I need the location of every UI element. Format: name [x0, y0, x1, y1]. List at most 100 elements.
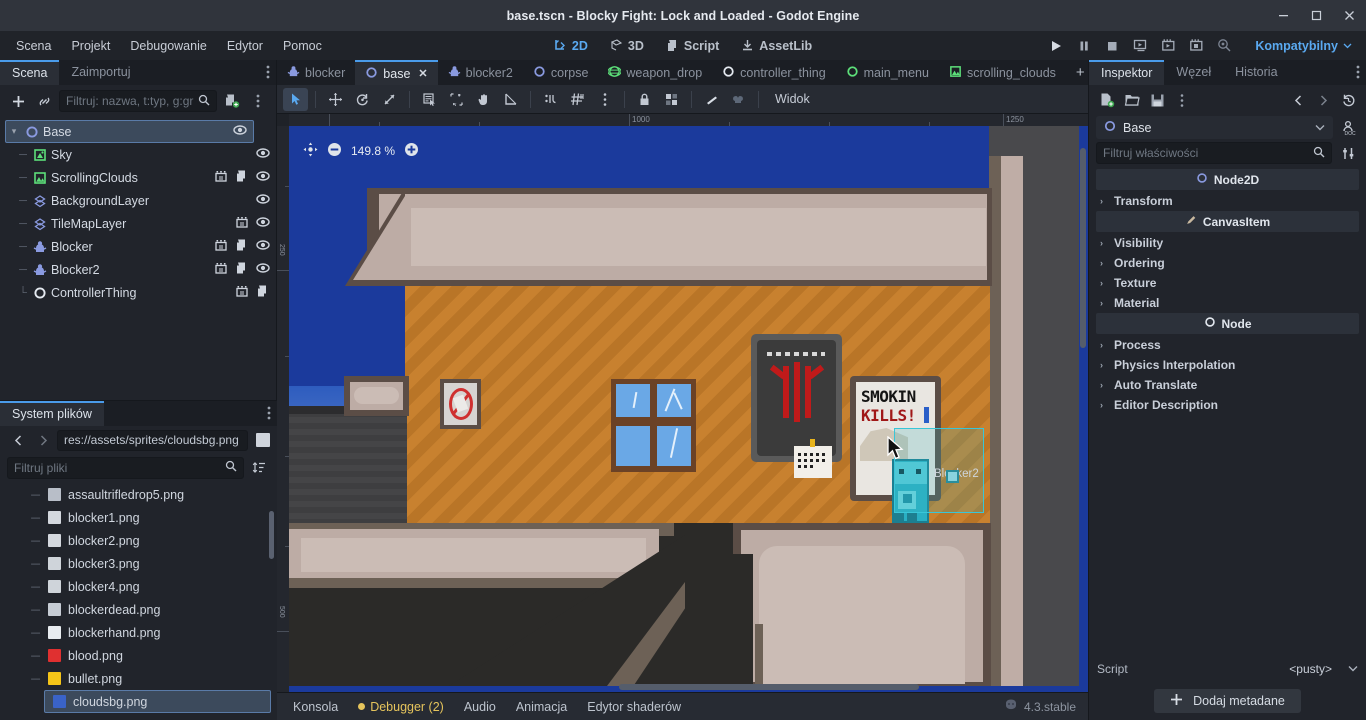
skeleton-bone-tool[interactable] [699, 88, 724, 111]
snap-mode-tool[interactable] [538, 88, 563, 111]
file-item[interactable]: ─ blood.png [0, 644, 277, 667]
scene-tab-scrolling_clouds[interactable]: scrolling_clouds [939, 60, 1066, 85]
ruler-mode-tool[interactable] [498, 88, 523, 111]
script-icon[interactable] [235, 261, 249, 278]
inspector-group-transform[interactable]: › Transform [1096, 191, 1359, 211]
menu-edytor[interactable]: Edytor [217, 35, 273, 57]
pause-button[interactable] [1071, 34, 1097, 58]
fs-forward-button[interactable] [32, 429, 54, 451]
attach-script-icon[interactable] [221, 90, 243, 112]
renderer-selector[interactable]: Kompatybilny [1247, 36, 1360, 56]
inspector-group-visibility[interactable]: › Visibility [1096, 233, 1359, 253]
inspector-filter-input[interactable]: Filtruj właściwości [1096, 142, 1332, 164]
bottom-tab-shader-editor[interactable]: Edytor shaderów [579, 696, 689, 718]
scene-tab-corpse[interactable]: corpse [523, 60, 599, 85]
rotate-mode-tool[interactable] [350, 88, 375, 111]
anim-icon[interactable] [214, 261, 228, 278]
visibility-toggle-icon[interactable] [256, 192, 270, 209]
folder-open-icon[interactable] [1121, 89, 1143, 111]
anim-icon[interactable] [235, 284, 249, 301]
file-item[interactable]: cloudsbg.png [44, 690, 271, 713]
inspector-group-texture[interactable]: › Texture [1096, 273, 1359, 293]
object-settings-icon[interactable] [1337, 142, 1359, 164]
skeleton-options-tool[interactable] [726, 88, 751, 111]
instantiate-child-scene-icon[interactable] [33, 90, 55, 112]
view-menu-button[interactable]: Widok [766, 89, 819, 109]
scene-tree-node-scrollingclouds[interactable]: ─ ScrollingClouds [0, 166, 276, 189]
save-icon[interactable] [1146, 89, 1168, 111]
viewport-vertical-scrollbar[interactable] [1080, 148, 1086, 348]
scene-filter-input[interactable]: Filtruj: nazwa, t:typ, g:gr [59, 90, 217, 112]
tab-historia[interactable]: Historia [1223, 60, 1289, 85]
stop-button[interactable] [1099, 34, 1125, 58]
file-item[interactable]: ─ blockerdead.png [0, 598, 277, 621]
menu-pomoc[interactable]: Pomoc [273, 35, 332, 57]
tab-zaimportuj[interactable]: Zaimportuj [59, 60, 142, 85]
inspector-script-row[interactable]: Script <pusty> [1089, 656, 1366, 682]
file-item[interactable]: ─ blocker1.png [0, 506, 277, 529]
mode-assetlib-button[interactable]: AssetLib [732, 36, 821, 56]
inspector-category-node2d[interactable]: Node2D [1096, 169, 1359, 190]
viewport-horizontal-scrollbar[interactable] [619, 684, 919, 690]
tab-system-plikow[interactable]: System plików [0, 401, 104, 426]
visibility-toggle-icon[interactable] [256, 146, 270, 163]
pan-mode-tool[interactable] [471, 88, 496, 111]
fs-filter-input[interactable]: Filtruj pliki [7, 456, 244, 479]
filesystem-scrollbar[interactable] [269, 511, 274, 559]
anim-icon[interactable] [214, 238, 228, 255]
scene-tree-more-icon[interactable] [247, 90, 269, 112]
center-view-icon[interactable] [303, 142, 318, 160]
menu-debugowanie[interactable]: Debugowanie [120, 35, 216, 57]
script-icon[interactable] [256, 284, 270, 301]
snap-options-tool[interactable] [592, 88, 617, 111]
scene-tab-controller_thing[interactable]: controller_thing [712, 60, 835, 85]
horizontal-ruler[interactable]: 1000 1250 [289, 114, 1088, 126]
script-property-value[interactable]: <pusty> [1289, 662, 1332, 676]
run-project-icon[interactable] [1127, 34, 1153, 58]
mode-script-button[interactable]: Script [657, 36, 728, 56]
lock-tool[interactable] [632, 88, 657, 111]
play-custom-scene-icon[interactable] [1183, 34, 1209, 58]
expand-arrow-icon[interactable]: ▾ [6, 126, 22, 137]
inspector-group-process[interactable]: › Process [1096, 335, 1359, 355]
mode-2d-button[interactable]: 2D [545, 36, 597, 56]
inspector-group-auto-translate[interactable]: › Auto Translate [1096, 375, 1359, 395]
tab-wezel[interactable]: Węzeł [1164, 60, 1223, 85]
scene-tab-main_menu[interactable]: main_menu [836, 60, 939, 85]
inspector-category-node[interactable]: Node [1096, 313, 1359, 334]
anim-icon[interactable] [235, 215, 249, 232]
chevron-down-icon[interactable] [1338, 664, 1358, 674]
filesystem-file-list[interactable]: ─ assaultrifledrop5.png ─ blocker1.png ─ bloc… [0, 481, 277, 720]
inspector-group-ordering[interactable]: › Ordering [1096, 253, 1359, 273]
anim-icon[interactable] [214, 169, 228, 186]
visibility-toggle-icon[interactable] [256, 261, 270, 278]
visibility-toggle-icon[interactable] [256, 215, 270, 232]
file-item[interactable]: ─ blocker3.png [0, 552, 277, 575]
bottom-tab-animacja[interactable]: Animacja [508, 696, 575, 718]
scene-tree-node-sky[interactable]: ─ Sky [0, 143, 276, 166]
inspector-prev-button[interactable] [1287, 89, 1309, 111]
inspector-group-physics-interpolation[interactable]: › Physics Interpolation [1096, 355, 1359, 375]
close-icon[interactable]: ✕ [418, 67, 427, 80]
scene-tab-blocker2[interactable]: blocker2 [438, 60, 523, 85]
vertical-ruler[interactable]: 250 500 [277, 126, 289, 692]
list-select-tool[interactable] [417, 88, 442, 111]
script-icon[interactable] [235, 238, 249, 255]
inspector-group-material[interactable]: › Material [1096, 293, 1359, 313]
script-icon[interactable] [235, 169, 249, 186]
menu-projekt[interactable]: Projekt [61, 35, 120, 57]
file-item[interactable]: ─ blockerhand.png [0, 621, 277, 644]
fs-back-button[interactable] [7, 429, 29, 451]
inspector-next-button[interactable] [1312, 89, 1334, 111]
inspector-property-list[interactable]: Node2D › Transform CanvasItem › Visibility › Or… [1089, 166, 1366, 656]
add-node-button[interactable] [7, 90, 29, 112]
filesystem-dock-menu-icon[interactable] [267, 405, 271, 424]
scene-tree-node-backgroundlayer[interactable]: ─ BackgroundLayer [0, 189, 276, 212]
scene-tree-node-controllerthing[interactable]: └ ControllerThing [0, 281, 276, 304]
select-mode-tool[interactable] [283, 87, 308, 111]
chevron-down-icon[interactable] [1315, 123, 1325, 133]
zoom-level-label[interactable]: 149.8 % [351, 144, 395, 158]
play-button[interactable] [1043, 34, 1069, 58]
open-documentation-icon[interactable]: DOC [1338, 117, 1360, 139]
scale-mode-tool[interactable] [377, 88, 402, 111]
